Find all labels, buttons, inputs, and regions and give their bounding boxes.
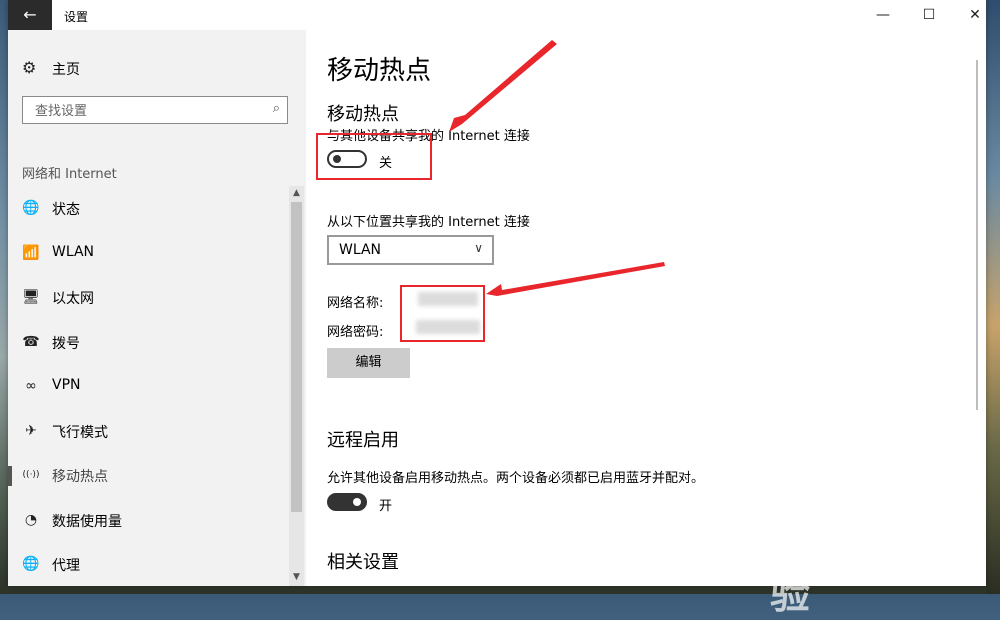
arrow-to-credentials — [486, 262, 665, 296]
arrow-to-toggle — [449, 40, 557, 132]
annotation-arrows — [449, 40, 665, 296]
